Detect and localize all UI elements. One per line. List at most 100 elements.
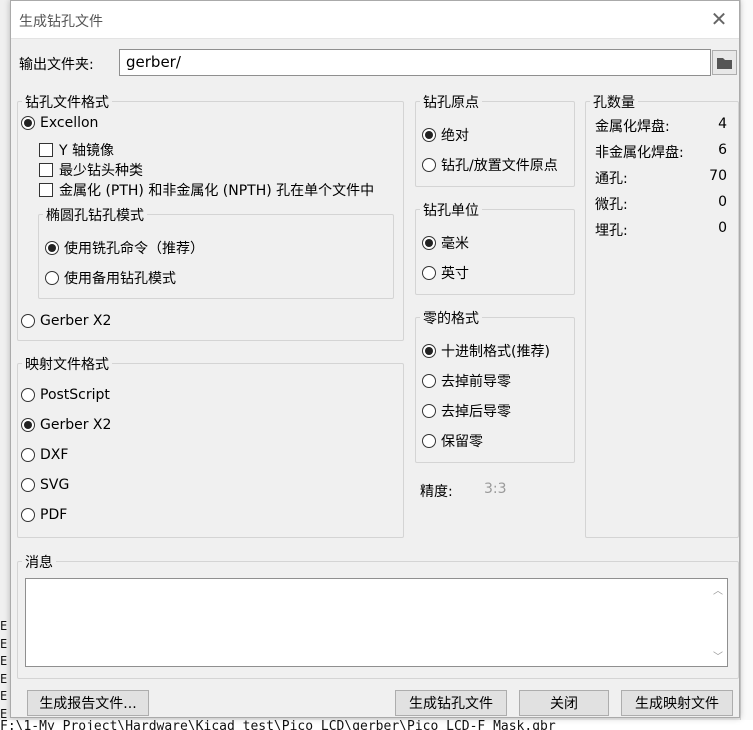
count-label: 非金属化焊盘:: [595, 145, 684, 161]
generate-drill-dialog: 生成钻孔文件 ✕ 输出文件夹: gerber/ 钻孔文件格式 Excellon …: [10, 0, 740, 718]
zeros-suppress-leading-label: 去掉前导零: [441, 374, 511, 390]
scroll-down-icon[interactable]: ﹀: [712, 648, 724, 663]
units-inch-label: 英寸: [441, 266, 469, 282]
count-value: 0: [718, 220, 727, 236]
radio-indicator: [422, 374, 436, 388]
radio-indicator: [21, 314, 35, 328]
gerber-x2-drill-label: Gerber X2: [40, 313, 112, 329]
radio-indicator: [21, 448, 35, 462]
close-button[interactable]: 关闭: [519, 690, 609, 716]
minimal-header-checkbox[interactable]: 最少钻头种类: [39, 160, 143, 180]
count-label: 金属化焊盘:: [595, 119, 670, 135]
origin-aux-label: 钻孔/放置文件原点: [441, 158, 558, 174]
radio-indicator: [422, 128, 436, 142]
scroll-up-icon[interactable]: ︿: [712, 582, 724, 597]
oval-alt-label: 使用备用钻孔模式: [64, 271, 176, 287]
precision-label: 精度:: [420, 484, 453, 500]
map-dxf-radio[interactable]: DXF: [21, 447, 68, 463]
count-label: 微孔:: [595, 197, 628, 213]
radio-indicator: [45, 271, 59, 285]
radio-indicator: [21, 478, 35, 492]
generate-map-button[interactable]: 生成映射文件: [621, 690, 733, 716]
count-value: 4: [718, 116, 727, 132]
zeros-suppress-leading-radio[interactable]: 去掉前导零: [422, 371, 511, 391]
map-dxf-label: DXF: [40, 447, 69, 463]
oval-drill-mode-title: 椭圆孔钻孔模式: [43, 205, 147, 225]
map-svg-radio[interactable]: SVG: [21, 477, 69, 493]
count-label: 埋孔:: [595, 223, 628, 239]
count-label: 通孔:: [595, 171, 628, 187]
count-row-vias: 通孔: 70: [595, 168, 727, 188]
radio-indicator: [422, 236, 436, 250]
messages-title: 消息: [22, 552, 56, 572]
oval-route-label: 使用铣孔命令（推荐）: [64, 241, 204, 257]
count-row-micro-vias: 微孔: 0: [595, 194, 727, 214]
units-mm-label: 毫米: [441, 236, 469, 252]
map-pdf-label: PDF: [40, 507, 68, 523]
units-inch-radio[interactable]: 英寸: [422, 263, 469, 283]
hole-counts-group: 孔数量: [585, 92, 739, 538]
output-folder-label: 输出文件夹:: [19, 57, 94, 73]
mirror-y-checkbox[interactable]: Y 轴镜像: [39, 140, 114, 160]
zeros-keep-radio[interactable]: 保留零: [422, 431, 483, 451]
generate-drill-button[interactable]: 生成钻孔文件: [395, 690, 507, 716]
messages-textarea[interactable]: ︿ ﹀: [25, 578, 728, 667]
oval-alt-radio[interactable]: 使用备用钻孔模式: [45, 268, 176, 288]
radio-indicator: [422, 434, 436, 448]
zeros-keep-label: 保留零: [441, 434, 483, 450]
map-format-title: 映射文件格式: [22, 354, 112, 374]
count-value: 0: [718, 194, 727, 210]
close-icon[interactable]: ✕: [707, 7, 731, 31]
excellon-label: Excellon: [40, 115, 99, 131]
origin-absolute-label: 绝对: [441, 128, 469, 144]
background-right-panel: [740, 0, 753, 730]
radio-indicator: [45, 241, 59, 255]
zeros-suppress-trailing-label: 去掉后导零: [441, 404, 511, 420]
map-gerberx2-label: Gerber X2: [40, 417, 112, 433]
count-row-plated-pads: 金属化焊盘: 4: [595, 116, 727, 136]
generate-report-button[interactable]: 生成报告文件...: [27, 690, 149, 716]
count-row-npth-pads: 非金属化焊盘: 6: [595, 142, 727, 162]
zeros-format-title: 零的格式: [420, 308, 482, 328]
merge-pth-npth-label: 金属化 (PTH) 和非金属化 (NPTH) 孔在单个文件中: [59, 183, 375, 199]
origin-aux-radio[interactable]: 钻孔/放置文件原点: [422, 155, 558, 175]
map-pdf-radio[interactable]: PDF: [21, 507, 67, 523]
count-value: 70: [709, 168, 727, 184]
checkbox-box: [39, 143, 53, 157]
zeros-decimal-radio[interactable]: 十进制格式(推荐): [422, 341, 550, 361]
map-svg-label: SVG: [40, 477, 70, 493]
browse-folder-button[interactable]: [712, 50, 737, 75]
output-folder-input[interactable]: gerber/: [119, 49, 711, 76]
count-value: 6: [718, 142, 727, 158]
title-bar: 生成钻孔文件 ✕: [11, 1, 739, 39]
radio-indicator: [21, 388, 35, 402]
drill-format-title: 钻孔文件格式: [22, 92, 112, 112]
map-postscript-label: PostScript: [40, 387, 110, 403]
drill-origin-title: 钻孔原点: [420, 92, 482, 112]
radio-indicator: [422, 344, 436, 358]
zeros-suppress-trailing-radio[interactable]: 去掉后导零: [422, 401, 511, 421]
gerber-x2-drill-radio[interactable]: Gerber X2: [21, 313, 111, 329]
merge-pth-npth-checkbox[interactable]: 金属化 (PTH) 和非金属化 (NPTH) 孔在单个文件中: [39, 180, 374, 200]
radio-indicator: [21, 116, 35, 130]
radio-indicator: [21, 418, 35, 432]
hole-counts-title: 孔数量: [590, 92, 638, 112]
folder-icon: [717, 58, 732, 69]
background-console-line: F:\1-My Project\Hardware\Kicad test\Pico…: [0, 720, 753, 730]
units-mm-radio[interactable]: 毫米: [422, 233, 469, 253]
count-row-buried-vias: 埋孔: 0: [595, 220, 727, 240]
map-postscript-radio[interactable]: PostScript: [21, 387, 110, 403]
radio-indicator: [422, 404, 436, 418]
minimal-header-label: 最少钻头种类: [59, 163, 143, 179]
drill-units-title: 钻孔单位: [420, 200, 482, 220]
checkbox-box: [39, 183, 53, 197]
oval-route-radio[interactable]: 使用铣孔命令（推荐）: [45, 238, 204, 258]
checkbox-box: [39, 163, 53, 177]
map-gerberx2-radio[interactable]: Gerber X2: [21, 417, 111, 433]
radio-indicator: [422, 158, 436, 172]
radio-indicator: [21, 508, 35, 522]
origin-absolute-radio[interactable]: 绝对: [422, 125, 469, 145]
excellon-radio[interactable]: Excellon: [21, 115, 98, 131]
zeros-decimal-label: 十进制格式(推荐): [441, 344, 550, 360]
radio-indicator: [422, 266, 436, 280]
